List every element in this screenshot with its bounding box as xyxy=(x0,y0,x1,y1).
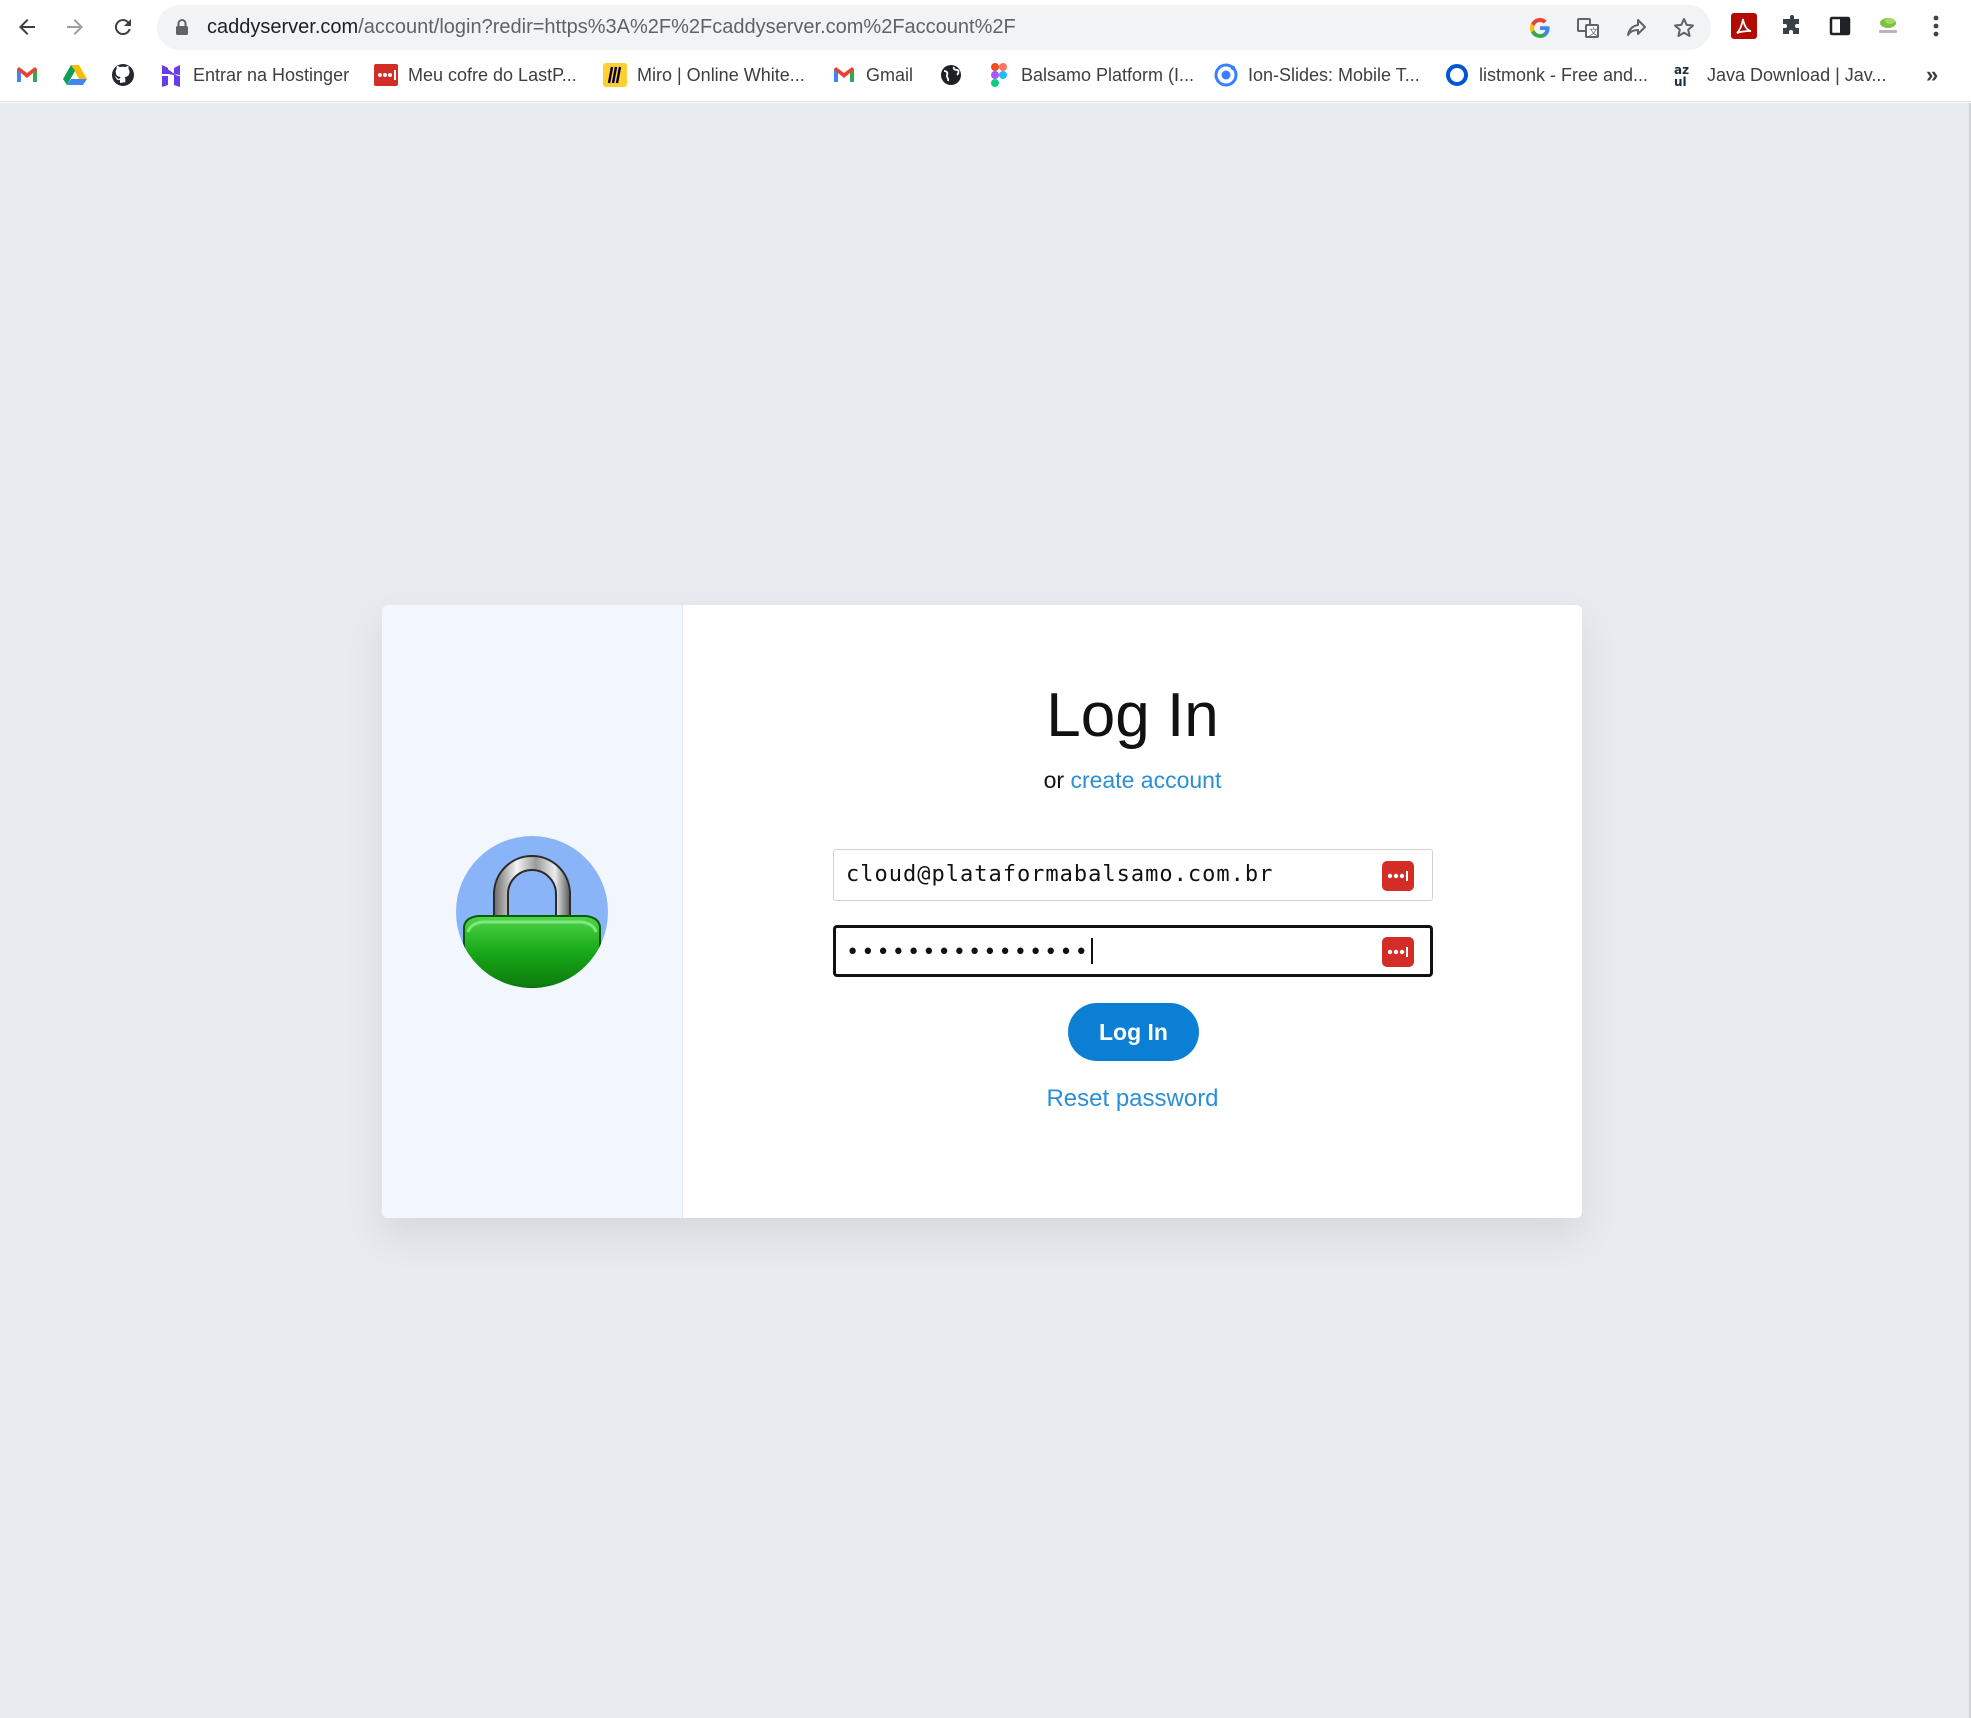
text-caret xyxy=(1090,938,1093,964)
bookmark-hostinger[interactable]: Entrar na Hostinger xyxy=(159,57,349,93)
subtitle-prefix: or xyxy=(1043,767,1065,793)
azul-icon: az ul xyxy=(1673,63,1697,87)
padlock-illustration-icon xyxy=(456,836,608,988)
google-drive-icon xyxy=(63,63,87,87)
acrobat-extension-icon[interactable] xyxy=(1728,10,1760,42)
login-side-panel xyxy=(382,605,683,1218)
bookmark-lastpass[interactable]: Meu cofre do LastP... xyxy=(374,57,577,93)
lastpass-autofill-icon[interactable] xyxy=(1382,937,1414,967)
bookmark-gmail[interactable] xyxy=(15,57,39,93)
password-value: •••••••••••••••• xyxy=(846,938,1093,965)
figma-icon xyxy=(987,63,1011,87)
create-account-link[interactable]: create account xyxy=(1070,767,1221,793)
bookmark-figma[interactable]: Balsamo Platform (I... xyxy=(987,57,1194,93)
svg-text:ul: ul xyxy=(1674,75,1687,87)
overflow-chevron-icon: » xyxy=(1926,62,1939,87)
bookmark-java-download[interactable]: az ul Java Download | Jav... xyxy=(1673,57,1886,93)
svg-text:文: 文 xyxy=(1589,26,1598,38)
back-arrow-icon xyxy=(19,19,35,35)
email-field[interactable]: cloud@plataformabalsamo.com.br xyxy=(833,849,1433,901)
login-subtitle: or create account xyxy=(683,767,1582,794)
lastpass-icon xyxy=(374,63,398,87)
bookmark-label: Ion-Slides: Mobile T... xyxy=(1248,64,1420,85)
url-text: caddyserver.com/account/login?redir=http… xyxy=(207,16,1016,39)
forward-button[interactable] xyxy=(56,8,94,46)
bookmark-google-drive[interactable] xyxy=(63,57,87,93)
lastpass-autofill-icon[interactable] xyxy=(1382,861,1414,891)
bookmark-ion-slides[interactable]: Ion-Slides: Mobile T... xyxy=(1214,57,1420,93)
bookmark-label: Gmail xyxy=(866,64,914,85)
address-bar[interactable]: caddyserver.com/account/login?redir=http… xyxy=(157,5,1711,50)
side-panel-icon[interactable] xyxy=(1824,10,1856,42)
login-form-panel: Log In or create account cloud@plataform… xyxy=(683,605,1582,1218)
lock-icon xyxy=(176,19,188,35)
email-value: cloud@plataformabalsamo.com.br xyxy=(846,862,1274,887)
github-icon xyxy=(111,63,135,87)
bookmark-gmail-labeled[interactable]: Gmail xyxy=(832,57,913,93)
profile-avatar-icon[interactable] xyxy=(1872,10,1904,42)
bookmark-globe[interactable] xyxy=(939,57,963,93)
chrome-menu-icon[interactable] xyxy=(1920,10,1952,42)
bookmark-label: Miro | Online White... xyxy=(637,64,805,85)
listmonk-icon xyxy=(1445,63,1469,87)
url-path: /account/login?redir=https%3A%2F%2Fcaddy… xyxy=(358,16,1016,38)
bookmark-github[interactable] xyxy=(111,57,135,93)
login-button[interactable]: Log In xyxy=(1068,1003,1199,1061)
hostinger-icon xyxy=(159,63,183,87)
google-lens-icon[interactable] xyxy=(1527,15,1553,41)
reload-icon xyxy=(114,19,131,36)
bookmark-miro[interactable]: Miro | Online White... xyxy=(603,57,805,93)
bookmarks-overflow-button[interactable]: » xyxy=(1926,57,1938,93)
globe-icon xyxy=(939,63,963,87)
gmail-icon xyxy=(832,63,856,87)
bookmark-listmonk[interactable]: listmonk - Free and... xyxy=(1445,57,1648,93)
extensions-puzzle-icon[interactable] xyxy=(1776,10,1808,42)
browser-chrome: caddyserver.com/account/login?redir=http… xyxy=(0,0,1971,103)
page-title: Log In xyxy=(1046,681,1219,750)
share-icon[interactable] xyxy=(1623,15,1649,41)
ionic-icon xyxy=(1214,63,1238,87)
bookmarks-bar: Entrar na Hostinger Meu cofre do LastP..… xyxy=(0,57,1971,97)
bookmark-label: Meu cofre do LastP... xyxy=(408,64,577,85)
reload-button[interactable] xyxy=(104,8,142,46)
bookmark-star-icon[interactable] xyxy=(1671,15,1697,41)
password-field[interactable]: •••••••••••••••• xyxy=(833,925,1433,977)
bookmark-label: Entrar na Hostinger xyxy=(193,64,350,85)
bookmark-label: Balsamo Platform (I... xyxy=(1021,64,1195,85)
forward-arrow-icon xyxy=(67,19,83,35)
login-card: Log In or create account cloud@plataform… xyxy=(382,605,1582,1218)
gmail-icon xyxy=(15,63,39,87)
bookmark-label: listmonk - Free and... xyxy=(1479,64,1649,85)
miro-icon xyxy=(603,63,627,87)
toolbar-divider xyxy=(0,101,1971,102)
translate-icon[interactable]: 文 xyxy=(1575,15,1601,41)
url-host: caddyserver.com xyxy=(207,16,359,38)
back-button[interactable] xyxy=(8,8,46,46)
reset-password-link[interactable]: Reset password xyxy=(683,1085,1582,1113)
browser-toolbar: caddyserver.com/account/login?redir=http… xyxy=(0,0,1971,54)
bookmark-label: Java Download | Jav... xyxy=(1707,64,1887,85)
